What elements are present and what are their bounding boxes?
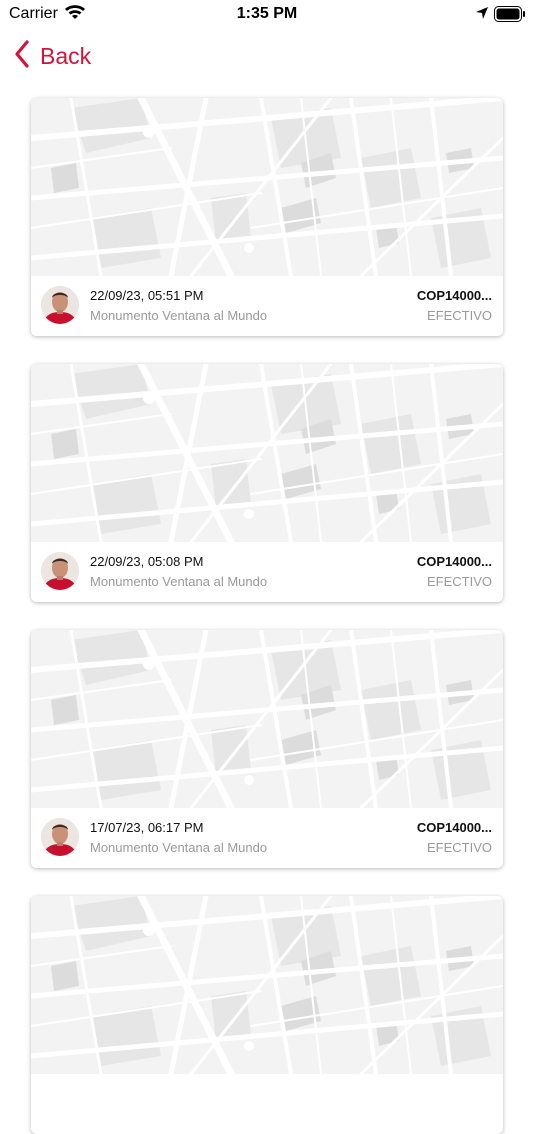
trip-card-footer: 17/07/23, 06:17 PM Monumento Ventana al … <box>31 808 503 868</box>
payment-method: EFECTIVO <box>426 308 492 323</box>
trip-map-thumbnail <box>31 630 503 808</box>
driver-avatar <box>41 286 79 324</box>
trip-datetime: 22/09/23, 05:08 PM <box>90 554 204 569</box>
location-arrow-icon <box>475 6 489 25</box>
back-button[interactable]: Back <box>14 40 91 73</box>
payment-method: EFECTIVO <box>426 574 492 589</box>
payment-method: EFECTIVO <box>426 840 492 855</box>
trip-datetime: 22/09/23, 05:51 PM <box>90 288 204 303</box>
status-time: 1:35 PM <box>236 5 298 22</box>
driver-avatar <box>41 818 79 856</box>
trip-card[interactable]: 22/09/23, 05:51 PM Monumento Ventana al … <box>31 98 503 336</box>
chevron-left-icon <box>14 40 30 73</box>
trip-map-thumbnail <box>31 364 503 542</box>
driver-avatar <box>41 552 79 590</box>
back-label: Back <box>40 43 92 69</box>
battery-icon <box>494 6 526 27</box>
trip-datetime: 17/07/23, 06:17 PM <box>90 820 204 835</box>
trip-amount: COP14000... <box>416 288 492 303</box>
trip-card[interactable] <box>31 896 503 1134</box>
trip-place: Monumento Ventana al Mundo <box>90 574 268 589</box>
trip-amount: COP14000... <box>416 820 492 835</box>
trip-card[interactable]: 17/07/23, 06:17 PM Monumento Ventana al … <box>31 630 503 868</box>
trip-amount: COP14000... <box>416 554 492 569</box>
trip-map-thumbnail <box>31 896 503 1074</box>
status-bar: Carrier 1:35 PM <box>0 0 534 30</box>
trip-place: Monumento Ventana al Mundo <box>90 840 268 855</box>
trip-card-footer: 22/09/23, 05:08 PM Monumento Ventana al … <box>31 542 503 602</box>
navigation-bar: Back <box>0 36 534 76</box>
trip-map-thumbnail <box>31 98 503 276</box>
trip-place: Monumento Ventana al Mundo <box>90 308 268 323</box>
trip-card-footer: 22/09/23, 05:51 PM Monumento Ventana al … <box>31 276 503 336</box>
trip-card[interactable]: 22/09/23, 05:08 PM Monumento Ventana al … <box>31 364 503 602</box>
